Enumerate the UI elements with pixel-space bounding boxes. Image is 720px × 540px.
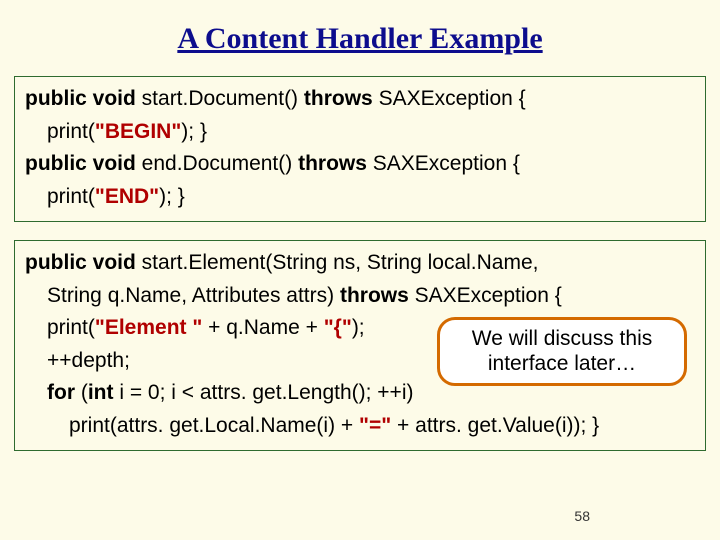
keyword: for (47, 381, 75, 404)
code-text: print( (47, 316, 95, 339)
string-literal: "{" (324, 316, 352, 339)
string-literal: "=" (359, 414, 391, 437)
code-line: public void start.Document() throws SAXE… (25, 83, 695, 116)
keyword: public void (25, 152, 136, 175)
code-text: SAXException { (409, 284, 562, 307)
code-text: String q.Name, Attributes attrs) (47, 284, 340, 307)
code-text: ( (75, 381, 88, 404)
code-text: start.Document() (136, 87, 304, 110)
code-text: + q.Name + (202, 316, 323, 339)
code-line: public void end.Document() throws SAXExc… (25, 148, 695, 181)
code-block-1: public void start.Document() throws SAXE… (14, 76, 706, 222)
keyword: public void (25, 87, 136, 110)
keyword: throws (340, 284, 409, 307)
string-literal: "BEGIN" (95, 120, 181, 143)
code-text: end.Document() (136, 152, 298, 175)
code-block-2: public void start.Element(String ns, Str… (14, 240, 706, 451)
keyword: throws (304, 87, 373, 110)
code-text: ++depth; (47, 349, 130, 372)
code-text: ); (352, 316, 365, 339)
string-literal: "Element " (95, 316, 202, 339)
callout-line: We will discuss this (450, 326, 674, 351)
code-line: print("BEGIN"); } (25, 116, 695, 149)
page-number: 58 (574, 508, 590, 524)
code-line: print("END"); } (25, 181, 695, 214)
code-text: i = 0; i < attrs. get.Length(); ++i) (113, 381, 413, 404)
code-line: print(attrs. get.Local.Name(i) + "=" + a… (25, 410, 695, 443)
code-text: start.Element(String ns, String local.Na… (136, 251, 539, 274)
code-line: String q.Name, Attributes attrs) throws … (25, 280, 695, 313)
code-text: print( (47, 120, 95, 143)
code-text: + attrs. get.Value(i)); } (391, 414, 599, 437)
keyword: throws (298, 152, 367, 175)
code-text: print(attrs. get.Local.Name(i) + (69, 414, 359, 437)
keyword: int (88, 381, 114, 404)
keyword: public void (25, 251, 136, 274)
code-text: ); } (159, 185, 185, 208)
slide-title: A Content Handler Example (0, 0, 720, 70)
code-text: print( (47, 185, 95, 208)
string-literal: "END" (95, 185, 159, 208)
callout-line: interface later… (450, 351, 674, 376)
code-text: ); } (181, 120, 207, 143)
callout-bubble: We will discuss this interface later… (437, 317, 687, 385)
code-text: SAXException { (367, 152, 520, 175)
code-text: SAXException { (373, 87, 526, 110)
code-line: public void start.Element(String ns, Str… (25, 247, 695, 280)
